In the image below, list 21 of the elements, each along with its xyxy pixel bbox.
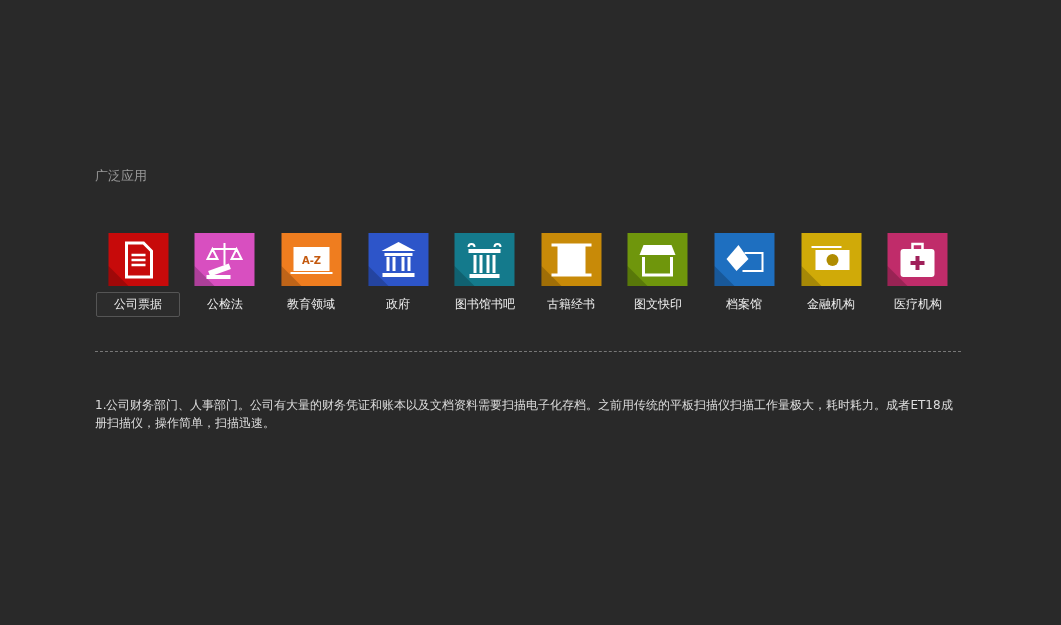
category-tab[interactable]: 档案馆 (702, 292, 787, 317)
category-tab[interactable]: 教育领域 (269, 292, 354, 317)
document-tile-icon[interactable] (107, 233, 169, 286)
shop-tile-icon[interactable] (627, 233, 689, 286)
medkit-tile-icon[interactable] (887, 233, 949, 286)
board-tile-icon[interactable]: A-Z (281, 233, 342, 286)
scales-tile-icon[interactable] (194, 233, 256, 286)
category-tab[interactable]: 公检法 (182, 292, 267, 317)
column-tile-icon[interactable] (454, 233, 516, 286)
category-tab[interactable]: 医疗机构 (875, 292, 960, 317)
money-tile-icon[interactable] (800, 233, 862, 286)
category-tab[interactable]: 图文快印 (615, 292, 700, 317)
category-tab[interactable]: 古籍经书 (529, 292, 614, 317)
description-text: 1.公司财务部门、人事部门。公司有大量的财务凭证和账本以及文档资料需要扫描电子化存档。之前用传统的平板扫描仪扫描工作量极大，耗时耗力。成者ET18成册扫描仪，操作简单，扫描迅速。 (95, 397, 954, 432)
scroll-tile-icon[interactable] (540, 233, 602, 286)
category-tab[interactable]: 政府 (356, 292, 441, 317)
category-tab[interactable]: 图书馆书吧 (442, 292, 527, 317)
category-tab[interactable]: 公司票据 (96, 292, 181, 317)
category-tab[interactable]: 金融机构 (789, 292, 874, 317)
section-heading: 广泛应用 (95, 167, 148, 185)
building-tile-icon[interactable] (367, 233, 429, 286)
